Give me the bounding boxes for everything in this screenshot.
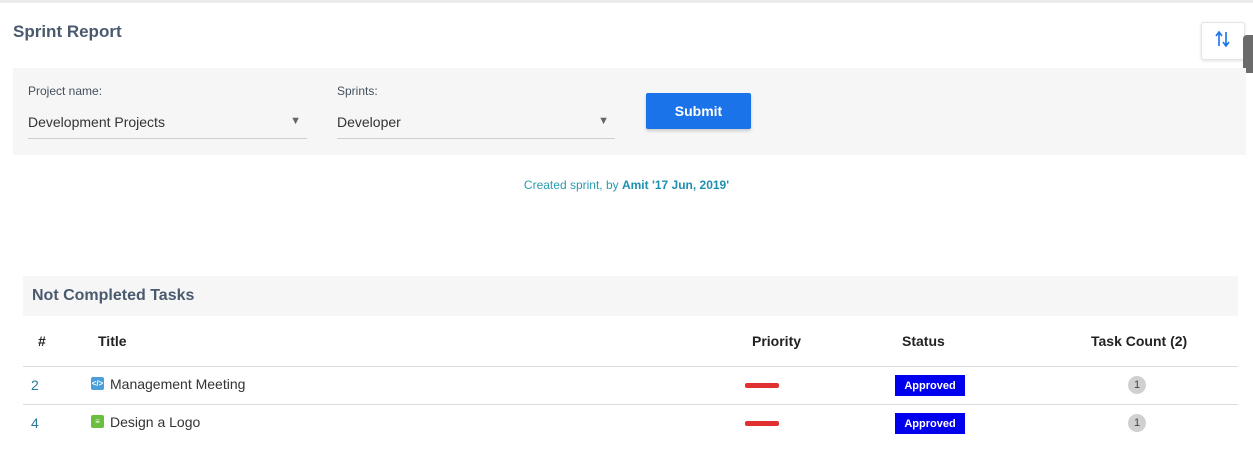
table-row[interactable]: 4 ≡ Design a Logo Approved 1 — [23, 404, 1238, 442]
task-count-badge: 1 — [1128, 414, 1146, 432]
column-header-status: Status — [902, 333, 945, 349]
column-header-task-count: Task Count (2) — [1091, 333, 1188, 349]
created-prefix: Created sprint, by — [523, 178, 622, 192]
created-info: Created sprint, by Amit '17 Jun, 2019' — [0, 178, 1253, 192]
column-header-priority: Priority — [752, 333, 802, 349]
sort-button[interactable] — [1201, 22, 1245, 60]
task-title[interactable]: Management Meeting — [110, 376, 245, 392]
section-title: Not Completed Tasks — [23, 276, 1238, 316]
submit-button[interactable]: Submit — [646, 93, 751, 129]
dropdown-arrow-icon: ▼ — [290, 115, 301, 127]
design-icon: ≡ — [91, 415, 104, 428]
task-count-badge: 1 — [1128, 376, 1146, 394]
project-name-label: Project name: — [28, 84, 103, 98]
dropdown-arrow-icon: ▼ — [598, 115, 609, 127]
column-header-num: # — [38, 333, 46, 349]
created-date: '17 Jun, 2019' — [651, 178, 730, 192]
column-header-title: Title — [98, 333, 127, 349]
top-border — [0, 0, 1253, 3]
task-number[interactable]: 2 — [31, 377, 39, 393]
priority-indicator — [745, 421, 779, 426]
sprints-label: Sprints: — [337, 84, 378, 98]
task-title[interactable]: Design a Logo — [110, 414, 200, 430]
project-name-select[interactable]: Development Projects ▼ — [28, 110, 307, 139]
status-badge: Approved — [895, 413, 965, 434]
status-badge: Approved — [895, 375, 965, 396]
sprints-select[interactable]: Developer ▼ — [337, 110, 615, 139]
sprints-value: Developer — [337, 114, 401, 130]
sort-arrows-icon — [1215, 30, 1231, 53]
priority-indicator — [745, 383, 779, 388]
page-title: Sprint Report — [13, 22, 122, 41]
code-icon: </> — [91, 377, 104, 390]
filter-panel: Project name: Development Projects ▼ Spr… — [13, 68, 1246, 155]
project-name-value: Development Projects — [28, 114, 165, 130]
created-author: Amit — [621, 178, 649, 192]
table-row[interactable]: 2 </> Management Meeting Approved 1 — [23, 366, 1238, 404]
task-number[interactable]: 4 — [31, 415, 39, 431]
